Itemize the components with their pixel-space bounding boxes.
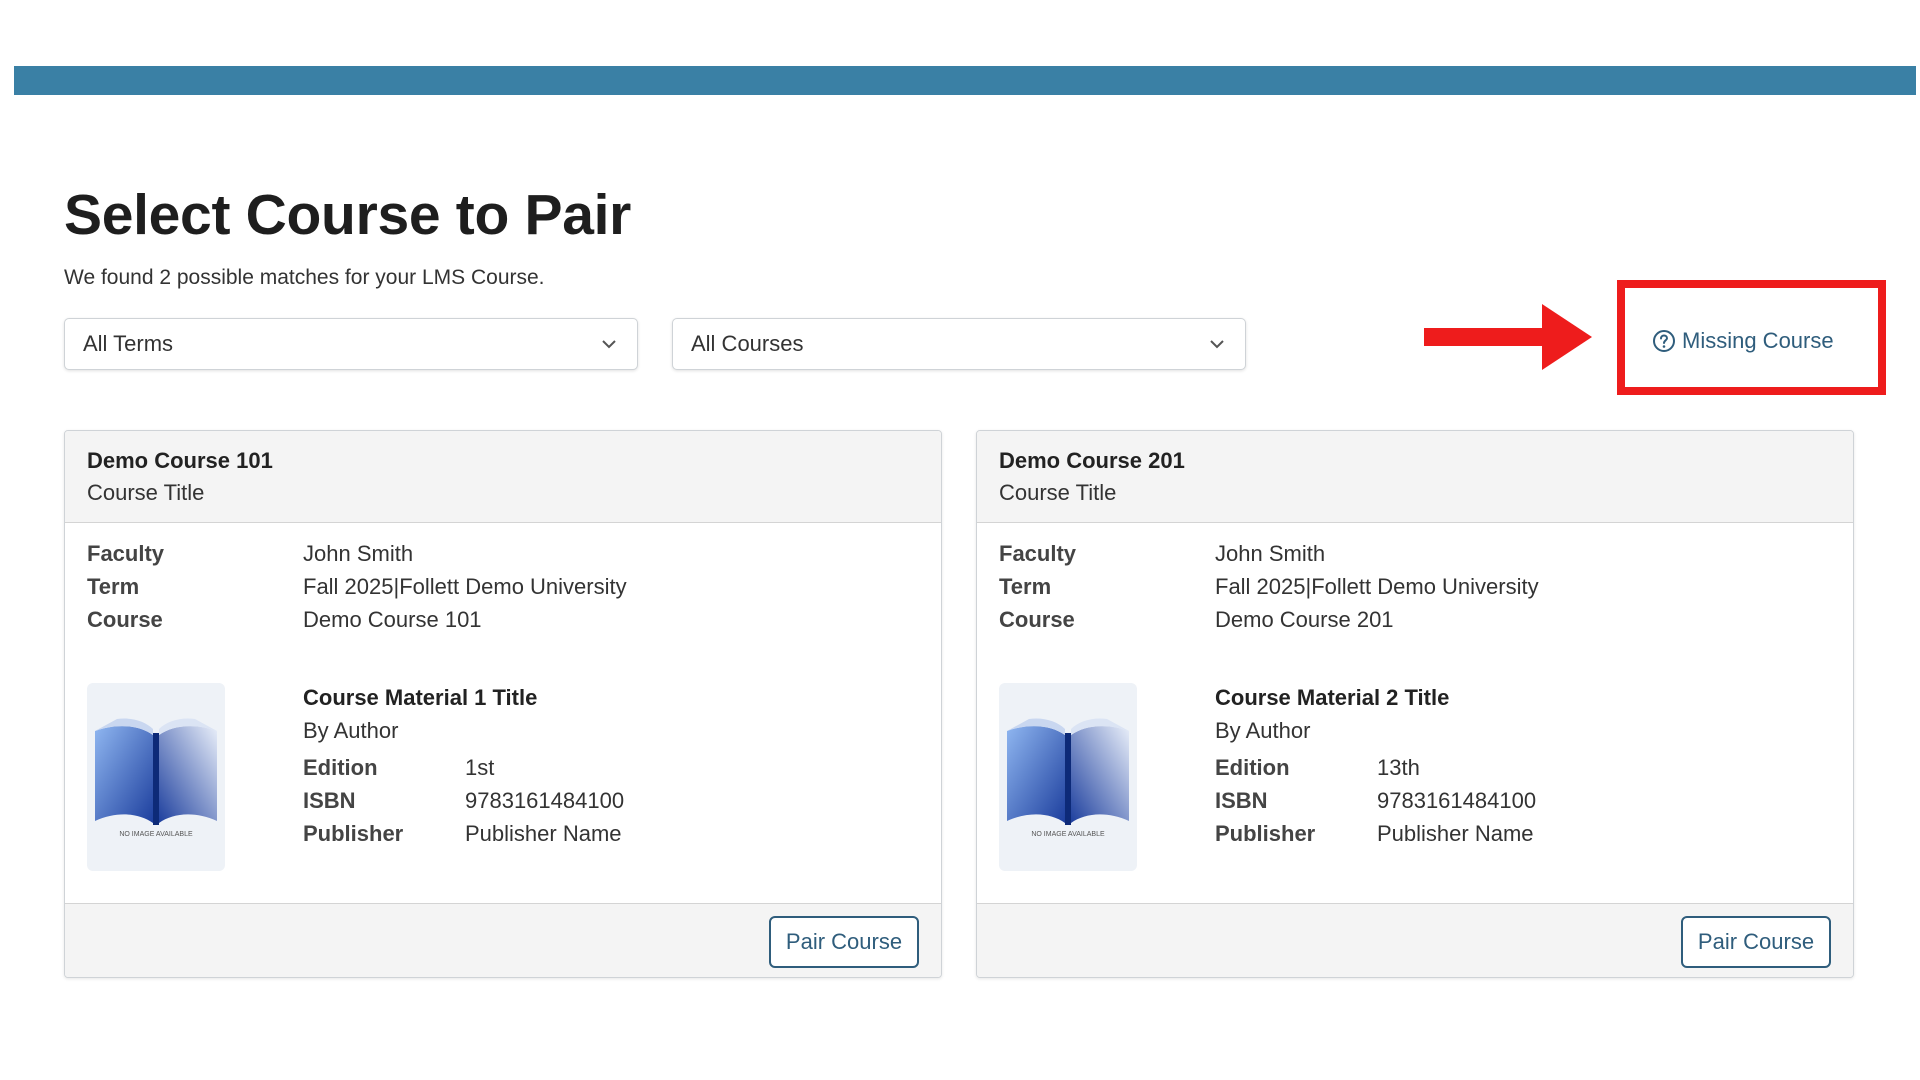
faculty-value: John Smith bbox=[303, 541, 414, 566]
term-label: Term bbox=[87, 574, 140, 599]
annotation-arrow-icon bbox=[1424, 304, 1592, 370]
isbn-label: ISBN bbox=[303, 788, 356, 813]
course-code: Demo Course 101 bbox=[87, 448, 273, 473]
course-card: Demo Course 201 Course Title Faculty Joh… bbox=[976, 430, 1854, 978]
missing-course-label: Missing Course bbox=[1682, 328, 1834, 353]
course-card-header: Demo Course 201 Course Title bbox=[977, 431, 1853, 523]
course-card: Demo Course 101 Course Title Faculty Joh… bbox=[64, 430, 942, 978]
chevron-down-icon bbox=[602, 340, 616, 349]
publisher-label: Publisher bbox=[303, 821, 404, 846]
course-card-body: Faculty John Smith Term Fall 2025|Follet… bbox=[977, 523, 1853, 905]
question-circle-icon bbox=[1653, 330, 1675, 352]
isbn-value: 9783161484100 bbox=[465, 788, 625, 813]
edition-label: Edition bbox=[1215, 755, 1290, 780]
page-subtitle: We found 2 possible matches for your LMS… bbox=[64, 266, 545, 289]
top-banner-bar bbox=[14, 66, 1916, 95]
term-value: Fall 2025|Follett Demo University bbox=[303, 574, 627, 599]
faculty-label: Faculty bbox=[999, 541, 1077, 566]
course-label: Course bbox=[999, 607, 1075, 632]
pair-course-button[interactable]: Pair Course bbox=[1681, 916, 1831, 968]
courses-dropdown-value: All Courses bbox=[691, 331, 804, 356]
term-label: Term bbox=[999, 574, 1052, 599]
term-value: Fall 2025|Follett Demo University bbox=[1215, 574, 1539, 599]
course-label: Course bbox=[87, 607, 163, 632]
edition-value: 1st bbox=[465, 755, 495, 780]
terms-dropdown[interactable]: All Terms bbox=[64, 318, 638, 370]
material-title: Course Material 2 Title bbox=[1215, 685, 1450, 710]
isbn-value: 9783161484100 bbox=[1377, 788, 1537, 813]
faculty-label: Faculty bbox=[87, 541, 165, 566]
missing-course-link[interactable]: Missing Course bbox=[1652, 328, 1834, 354]
course-card-header: Demo Course 101 Course Title bbox=[65, 431, 941, 523]
pair-course-button[interactable]: Pair Course bbox=[769, 916, 919, 968]
course-code: Demo Course 201 bbox=[999, 448, 1185, 473]
courses-dropdown[interactable]: All Courses bbox=[672, 318, 1246, 370]
course-card-footer: Pair Course bbox=[977, 903, 1853, 977]
terms-dropdown-value: All Terms bbox=[83, 331, 174, 356]
book-cover-image: NO IMAGE AVAILABLE bbox=[999, 683, 1137, 871]
page-title: Select Course to Pair bbox=[64, 183, 632, 247]
isbn-label: ISBN bbox=[1215, 788, 1268, 813]
material-author: By Author bbox=[1215, 718, 1311, 743]
no-image-text: NO IMAGE AVAILABLE bbox=[1031, 831, 1105, 838]
publisher-label: Publisher bbox=[1215, 821, 1316, 846]
course-title: Course Title bbox=[999, 480, 1117, 505]
chevron-down-icon bbox=[1210, 340, 1224, 349]
material-title: Course Material 1 Title bbox=[303, 685, 538, 710]
edition-label: Edition bbox=[303, 755, 378, 780]
course-card-body: Faculty John Smith Term Fall 2025|Follet… bbox=[65, 523, 941, 905]
course-title: Course Title bbox=[87, 480, 205, 505]
publisher-value: Publisher Name bbox=[1377, 821, 1534, 846]
course-value: Demo Course 101 bbox=[303, 607, 482, 632]
course-value: Demo Course 201 bbox=[1215, 607, 1394, 632]
no-image-text: NO IMAGE AVAILABLE bbox=[119, 831, 193, 838]
book-cover-image: NO IMAGE AVAILABLE bbox=[87, 683, 225, 871]
publisher-value: Publisher Name bbox=[465, 821, 622, 846]
material-author: By Author bbox=[303, 718, 399, 743]
course-card-footer: Pair Course bbox=[65, 903, 941, 977]
edition-value: 13th bbox=[1377, 755, 1420, 780]
faculty-value: John Smith bbox=[1215, 541, 1326, 566]
